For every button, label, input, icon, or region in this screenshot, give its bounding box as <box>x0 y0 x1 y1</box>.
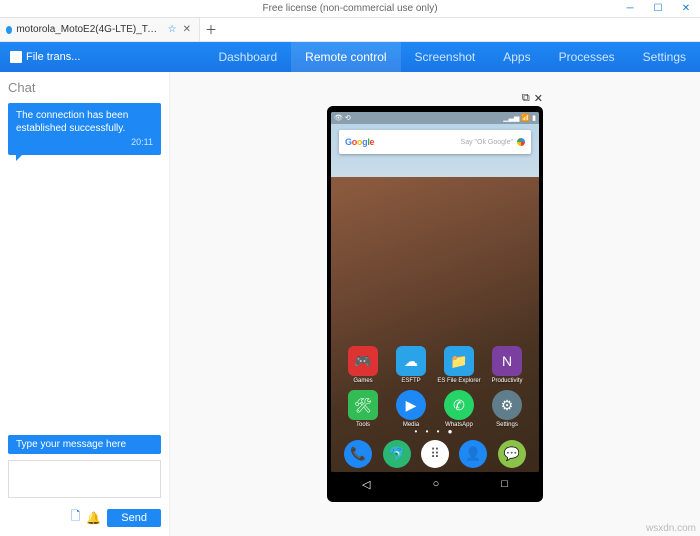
tab-device[interactable]: motorola_MotoE2(4G-LTE)_TA38500MTZ ☆ ✕ <box>0 18 200 41</box>
eye-icon: 👁 <box>334 114 343 122</box>
window-maximize-button[interactable]: ☐ <box>644 0 672 18</box>
tools-icon: 🛠 <box>348 390 378 420</box>
watermark: wsxdn.com <box>646 523 696 534</box>
android-statusbar: 👁 ⟲ ▁▃▅ 📶 ▮ <box>331 112 539 124</box>
android-nav-keys: ◁ ○ □ <box>331 472 539 496</box>
back-key[interactable]: ◁ <box>362 478 370 491</box>
chat-panel: Chat The connection has been established… <box>0 72 170 536</box>
google-logo: Google <box>345 137 374 147</box>
teamviewer-status-icon: ⟲ <box>345 114 351 122</box>
tab-remote-control[interactable]: Remote control <box>291 42 400 72</box>
whatsapp-icon: ✆ <box>444 390 474 420</box>
tab-screenshot[interactable]: Screenshot <box>401 42 490 72</box>
chat-timestamp: 20:11 <box>16 137 153 149</box>
app-productivity[interactable]: NProductivity <box>485 346 529 384</box>
close-remote-icon[interactable]: ✕ <box>534 92 543 105</box>
onenote-icon: N <box>492 346 522 376</box>
document-icon <box>10 51 22 63</box>
new-tab-button[interactable]: ＋ <box>200 18 222 41</box>
signal-icon: ▁▃▅ <box>503 114 519 122</box>
tab-strip: motorola_MotoE2(4G-LTE)_TA38500MTZ ☆ ✕ ＋ <box>0 18 700 42</box>
dock-messages[interactable]: 💬 <box>498 440 526 468</box>
file-transfer-button[interactable]: File trans... <box>0 51 90 63</box>
attach-file-icon[interactable]: 🗋 <box>71 507 81 528</box>
tab-title: motorola_MotoE2(4G-LTE)_TA38500MTZ <box>16 24 163 35</box>
dock-contacts[interactable]: 👤 <box>459 440 487 468</box>
app-whatsapp[interactable]: ✆WhatsApp <box>437 390 481 428</box>
chat-message: The connection has been established succ… <box>8 103 161 155</box>
window-close-button[interactable]: ✕ <box>672 0 700 18</box>
chat-heading: Chat <box>8 80 161 95</box>
favorite-icon[interactable]: ☆ <box>168 24 177 35</box>
window-titlebar: Free license (non-commercial use only) ─… <box>0 0 700 18</box>
app-tools[interactable]: 🛠Tools <box>341 390 385 428</box>
teamviewer-icon <box>6 26 12 34</box>
games-icon: 🎮 <box>348 346 378 376</box>
tab-apps[interactable]: Apps <box>489 42 544 72</box>
app-media[interactable]: ▶Media <box>389 390 433 428</box>
phone-screen[interactable]: 👁 ⟲ ▁▃▅ 📶 ▮ Google Say "Ok Google" 🎮Game… <box>331 112 539 472</box>
search-placeholder: Say "Ok Google" <box>374 139 517 146</box>
tab-close-icon[interactable]: ✕ <box>181 24 193 35</box>
chat-placeholder-tip: Type your message here <box>8 435 161 454</box>
tab-processes[interactable]: Processes <box>545 42 629 72</box>
home-app-grid: 🎮Games ☁ESFTP 📁ES File Explorer NProduct… <box>331 346 539 428</box>
play-icon: ▶ <box>396 390 426 420</box>
recent-key[interactable]: □ <box>501 478 508 490</box>
mic-icon[interactable] <box>517 138 525 146</box>
app-esftp[interactable]: ☁ESFTP <box>389 346 433 384</box>
tab-settings[interactable]: Settings <box>629 42 700 72</box>
google-search-bar[interactable]: Google Say "Ok Google" <box>339 130 531 154</box>
app-es-file-explorer[interactable]: 📁ES File Explorer <box>437 346 481 384</box>
phone-frame: ⧉ ✕ 👁 ⟲ ▁▃▅ 📶 ▮ Google Say "Ok Google" <box>327 106 543 502</box>
popout-icon[interactable]: ⧉ <box>522 92 530 105</box>
dock-phone[interactable]: 📞 <box>344 440 372 468</box>
gear-icon: ⚙ <box>492 390 522 420</box>
window-minimize-button[interactable]: ─ <box>616 0 644 18</box>
remote-screen-area: ⧉ ✕ 👁 ⟲ ▁▃▅ 📶 ▮ Google Say "Ok Google" <box>170 72 700 536</box>
toolbar: File trans... Dashboard Remote control S… <box>0 42 700 72</box>
dock-dolphin[interactable]: 🐬 <box>383 440 411 468</box>
file-transfer-label: File trans... <box>26 51 80 63</box>
page-indicator: • • • ● <box>331 427 539 436</box>
license-text: Free license (non-commercial use only) <box>262 3 437 14</box>
chat-input[interactable] <box>8 460 161 498</box>
folder-icon: 📁 <box>444 346 474 376</box>
tab-dashboard[interactable]: Dashboard <box>204 42 291 72</box>
wifi-icon: 📶 <box>521 114 530 122</box>
dock-all-apps[interactable]: ⠿ <box>421 440 449 468</box>
send-button[interactable]: Send <box>107 509 161 527</box>
battery-icon: ▮ <box>532 114 536 122</box>
cloud-icon: ☁ <box>396 346 426 376</box>
dock: 📞 🐬 ⠿ 👤 💬 <box>331 436 539 472</box>
app-games[interactable]: 🎮Games <box>341 346 385 384</box>
chat-message-text: The connection has been established succ… <box>16 110 128 134</box>
app-settings[interactable]: ⚙Settings <box>485 390 529 428</box>
nudge-icon[interactable]: 🔔 <box>86 511 101 525</box>
home-key[interactable]: ○ <box>433 478 440 490</box>
